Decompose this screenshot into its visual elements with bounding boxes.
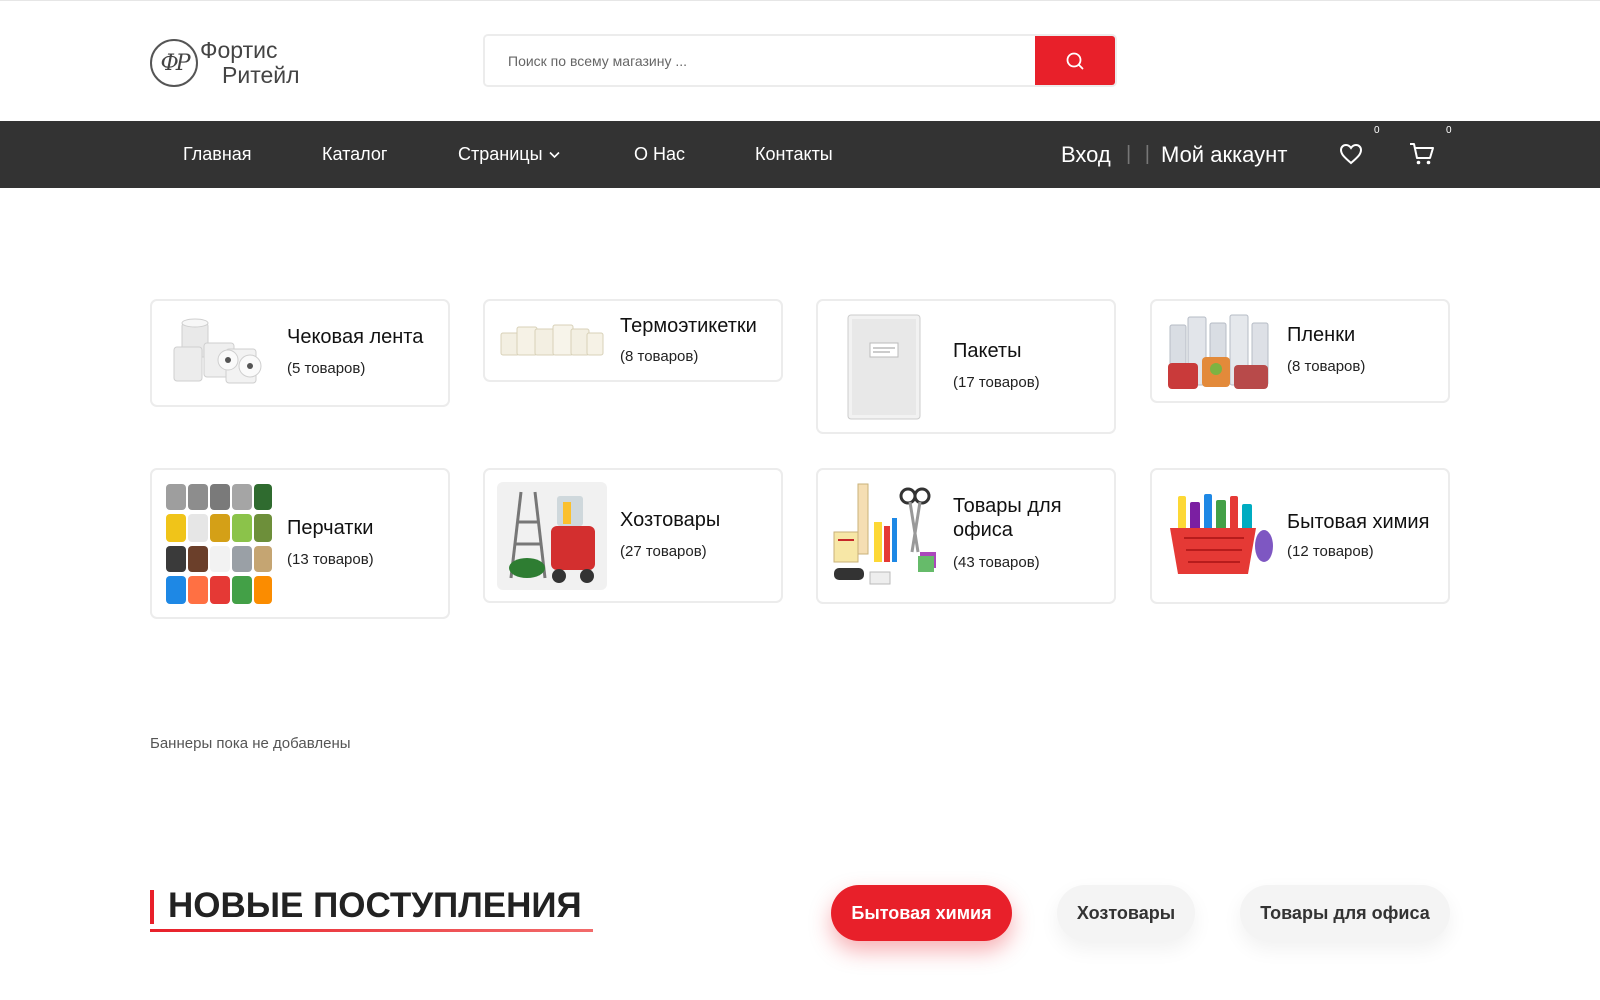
label-rolls-icon	[497, 313, 607, 369]
film-rolls-icon	[1164, 311, 1274, 393]
category-count: (8 товаров)	[620, 348, 699, 365]
cleaning-basket-icon	[1164, 482, 1274, 592]
logo-line-2: Ритейл	[222, 62, 300, 88]
main-nav: Главная Каталог Страницы О Нас Контакты …	[0, 121, 1600, 188]
auth-separator: | |	[1126, 143, 1154, 165]
tab-household-goods[interactable]: Хозтовары	[1057, 885, 1195, 941]
search-input[interactable]	[485, 36, 1035, 85]
category-count: (13 товаров)	[287, 551, 374, 568]
search-icon	[1066, 52, 1084, 69]
category-title: Бытовая химия	[1287, 511, 1430, 533]
wishlist-count: 0	[1374, 125, 1380, 136]
account-link[interactable]: Мой аккаунт	[1161, 121, 1287, 188]
category-card-office[interactable]: Товары для офиса (43 товаров)	[816, 468, 1116, 604]
category-count: (12 товаров)	[1287, 543, 1374, 560]
nav-contacts[interactable]: Контакты	[755, 121, 833, 188]
chevron-down-icon	[548, 151, 560, 159]
category-card-household[interactable]: Хозтовары (27 товаров)	[483, 468, 783, 603]
category-card-gloves[interactable]: Перчатки (13 товаров)	[150, 468, 450, 619]
logo[interactable]: ФР Фортис Ритейл	[150, 33, 310, 93]
category-count: (8 товаров)	[1287, 358, 1366, 375]
category-count: (43 товаров)	[953, 554, 1040, 571]
cart-icon	[1410, 143, 1434, 165]
login-link[interactable]: Вход	[1061, 121, 1111, 188]
bag-icon	[830, 313, 940, 421]
nav-home[interactable]: Главная	[183, 121, 252, 188]
cart-count: 0	[1446, 125, 1452, 136]
category-card-cleaning[interactable]: Бытовая химия (12 товаров)	[1150, 468, 1450, 604]
category-title: Перчатки	[287, 517, 374, 539]
category-title: Термоэтикетки	[620, 315, 757, 337]
nav-catalog[interactable]: Каталог	[322, 121, 387, 188]
search-bar	[483, 34, 1117, 87]
category-title: Хозтовары	[620, 509, 721, 531]
heart-icon	[1339, 143, 1363, 165]
paper-rolls-icon	[164, 313, 274, 393]
household-icon	[497, 482, 607, 590]
category-card-receipt-tape[interactable]: Чековая лента (5 товаров)	[150, 299, 450, 407]
logo-line-1: Фортис	[200, 37, 278, 63]
section-title-underline	[150, 929, 593, 932]
section-title-new-arrivals: НОВЫЕ ПОСТУПЛЕНИЯ	[150, 886, 582, 932]
category-count: (27 товаров)	[620, 543, 707, 560]
office-supplies-icon	[830, 482, 940, 592]
nav-pages[interactable]: Страницы	[458, 121, 560, 188]
search-button[interactable]	[1035, 36, 1115, 85]
category-title: Чековая лента	[287, 326, 424, 348]
category-card-films[interactable]: Пленки (8 товаров)	[1150, 299, 1450, 403]
category-title: Пленки	[1287, 324, 1356, 346]
category-card-thermal-labels[interactable]: Термоэтикетки (8 товаров)	[483, 299, 783, 382]
wishlist-button[interactable]	[1336, 139, 1366, 169]
category-title: Товары для офиса	[953, 495, 1062, 541]
cart-button[interactable]	[1407, 139, 1437, 169]
logo-text: Фортис Ритейл	[200, 38, 300, 88]
category-count: (5 товаров)	[287, 360, 366, 377]
banners-empty-note: Баннеры пока не добавлены	[150, 735, 351, 752]
tab-household-chemicals[interactable]: Бытовая химия	[831, 885, 1012, 941]
tab-office-goods[interactable]: Товары для офиса	[1240, 885, 1450, 941]
top-border	[0, 0, 1600, 1]
nav-about[interactable]: О Нас	[634, 121, 685, 188]
category-card-bags[interactable]: Пакеты (17 товаров)	[816, 299, 1116, 434]
gloves-icon	[164, 482, 274, 606]
category-title: Пакеты	[953, 340, 1022, 362]
category-count: (17 товаров)	[953, 374, 1040, 391]
nav-pages-label: Страницы	[458, 144, 543, 164]
logo-mark: ФР	[150, 39, 198, 87]
